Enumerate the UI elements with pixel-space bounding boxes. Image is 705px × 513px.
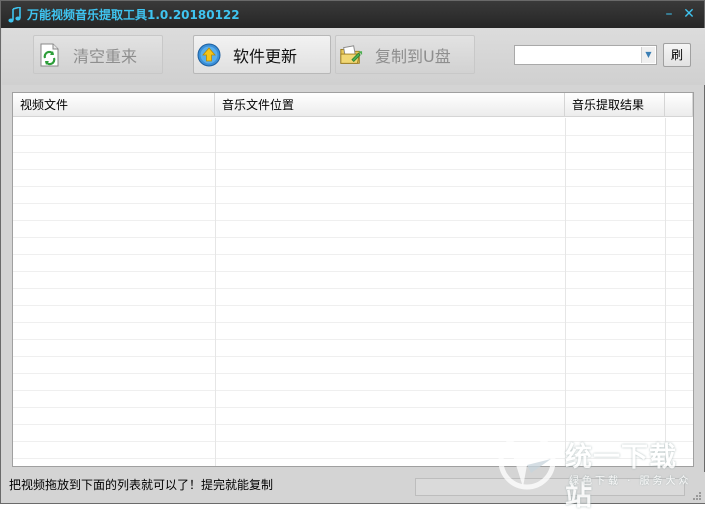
chevron-down-icon[interactable]: ▼ [641, 47, 655, 63]
copy-to-usb-label: 复制到U盘 [375, 46, 451, 66]
table-row-divider [13, 152, 693, 153]
table-row-divider [13, 203, 693, 204]
table-row-divider [13, 407, 693, 408]
table-row-divider [13, 288, 693, 289]
window-title: 万能视频音乐提取工具1.0.20180122 [27, 8, 240, 22]
table-row-divider [13, 254, 693, 255]
software-update-label: 软件更新 [233, 46, 298, 66]
column-header-extract-result[interactable]: 音乐提取结果 [565, 93, 665, 117]
refresh-drives-button[interactable]: 刷 [663, 43, 691, 67]
copy-to-usb-button[interactable]: 复制到U盘 [335, 35, 475, 74]
site-watermark: 统一下载站 绿色下载 · 服务大众 [497, 429, 697, 512]
copy-folder-icon [339, 43, 363, 67]
table-row-divider [13, 322, 693, 323]
drive-select[interactable]: ▼ [514, 45, 657, 65]
table-row-divider [13, 339, 693, 340]
table-column-divider [565, 118, 566, 466]
column-header-music-location[interactable]: 音乐文件位置 [215, 93, 565, 117]
main-window: 万能视频音乐提取工具1.0.20180122 – ✕ 清空重来 软件更新 复制到… [0, 0, 705, 512]
status-message: 把视频拖放到下面的列表就可以了！提完就能复制 [9, 478, 274, 492]
close-button[interactable]: ✕ [681, 6, 697, 22]
toolbar: 清空重来 软件更新 复制到U盘 ▼ 刷 [2, 28, 705, 85]
clear-restart-label: 清空重来 [73, 46, 138, 66]
clear-restart-button[interactable]: 清空重来 [33, 35, 163, 74]
watermark-logo-icon [498, 432, 556, 490]
table-row-divider [13, 186, 693, 187]
watermark-subtitle: 绿色下载 · 服务大众 [569, 476, 692, 487]
table-body[interactable] [13, 118, 693, 466]
table-row-divider [13, 305, 693, 306]
music-note-icon [6, 6, 24, 24]
title-bar[interactable]: 万能视频音乐提取工具1.0.20180122 – ✕ [1, 1, 704, 28]
table-header: 视频文件 音乐文件位置 音乐提取结果 [13, 93, 693, 117]
table-column-divider [665, 118, 666, 466]
table-row-divider [13, 373, 693, 374]
software-update-button[interactable]: 软件更新 [193, 35, 331, 74]
table-row-divider [13, 424, 693, 425]
minimize-button[interactable]: – [661, 6, 677, 22]
column-header-extra[interactable] [665, 93, 693, 117]
table-row-divider [13, 271, 693, 272]
table-column-divider [215, 118, 216, 466]
file-list-table[interactable]: 视频文件 音乐文件位置 音乐提取结果 [12, 92, 694, 467]
table-row-divider [13, 356, 693, 357]
table-row-divider [13, 220, 693, 221]
column-header-video-file[interactable]: 视频文件 [13, 93, 215, 117]
refresh-document-icon [37, 43, 61, 67]
upload-arrow-icon [197, 43, 221, 67]
table-row-divider [13, 390, 693, 391]
table-row-divider [13, 135, 693, 136]
table-row-divider [13, 237, 693, 238]
table-row-divider [13, 169, 693, 170]
